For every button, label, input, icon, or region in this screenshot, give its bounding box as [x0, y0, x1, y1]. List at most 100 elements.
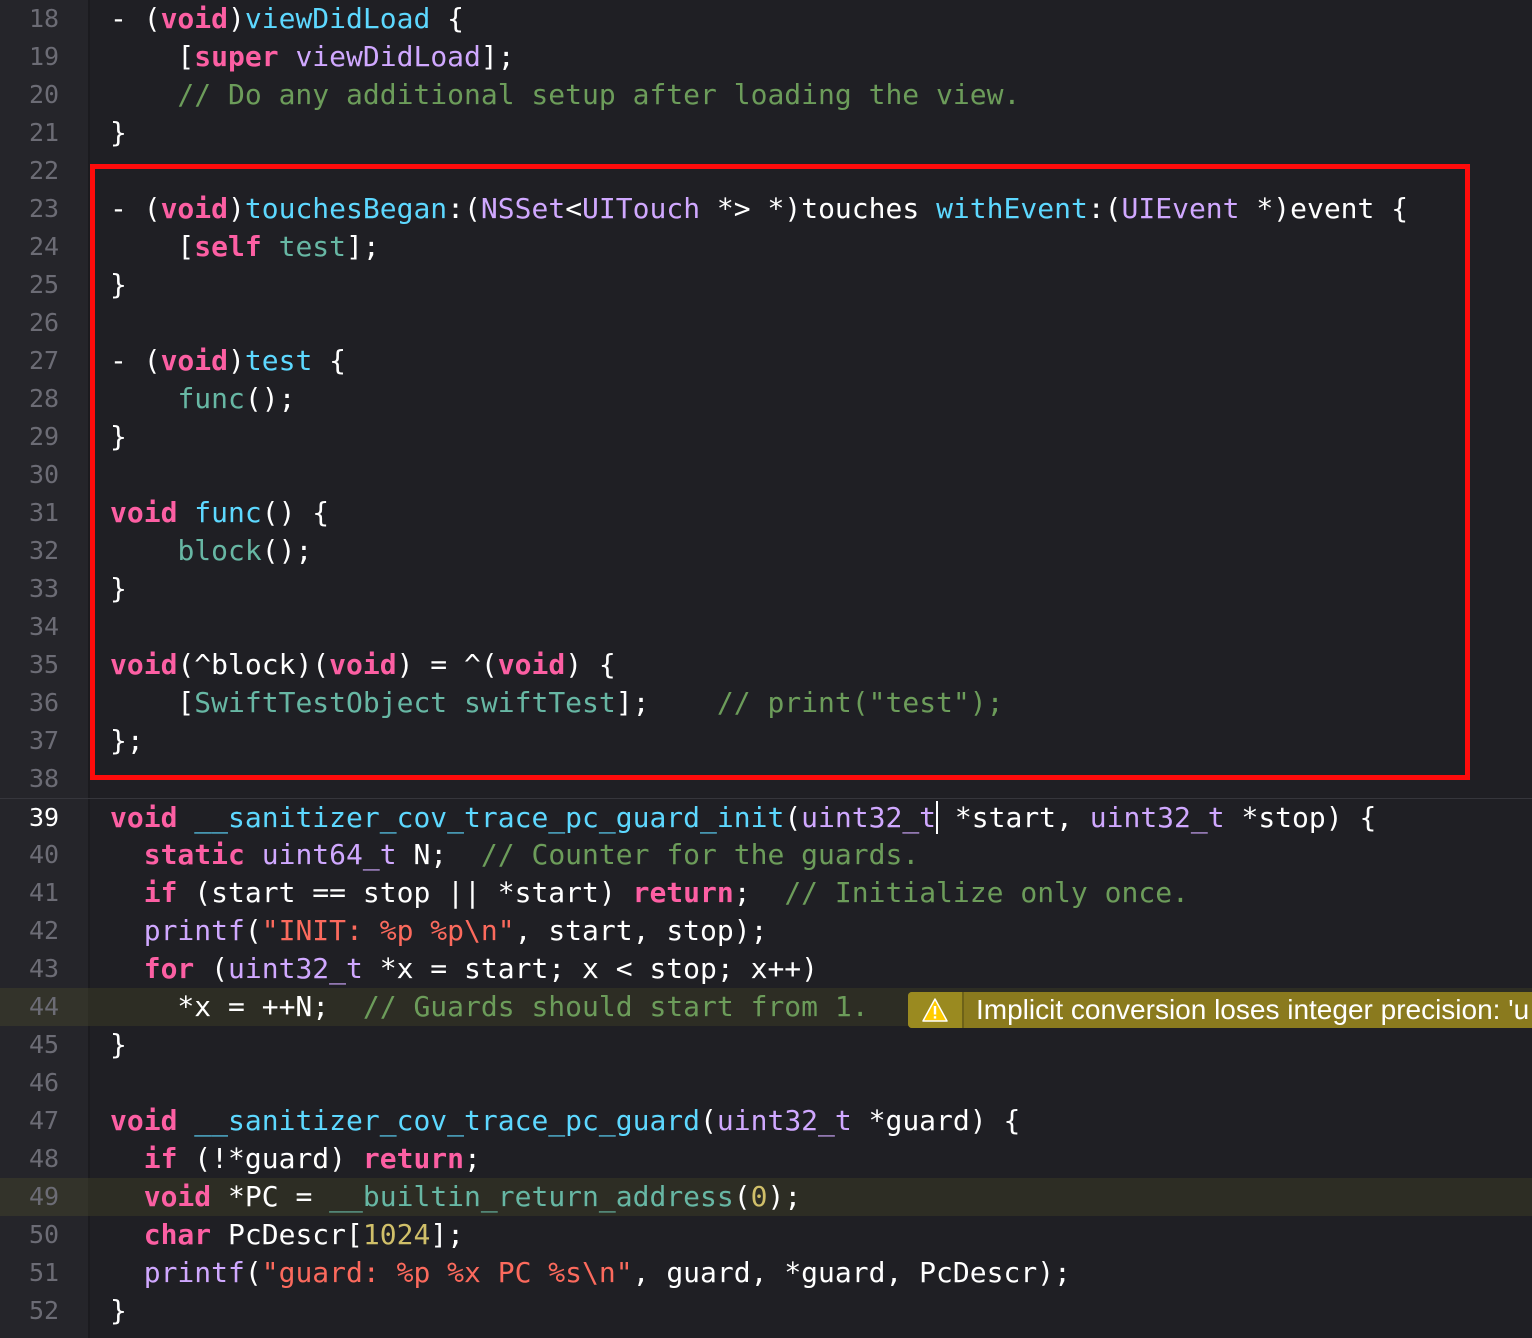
code-line[interactable]: 37}; [0, 722, 1532, 760]
code-line[interactable]: 47 void __sanitizer_cov_trace_pc_guard(ui… [0, 1102, 1532, 1140]
code-text[interactable]: void(^block)(void) = ^(void) { [110, 646, 616, 684]
code-line[interactable]: 35 void(^block)(void) = ^(void) { [0, 646, 1532, 684]
line-number[interactable]: 32 [0, 532, 88, 570]
line-number[interactable]: 31 [0, 494, 88, 532]
line-number[interactable]: 43 [0, 950, 88, 988]
code-text[interactable]: void func() { [110, 494, 329, 532]
line-number[interactable]: 39 [0, 799, 88, 837]
code-text[interactable]: for (uint32_t *x = start; x < stop; x++) [110, 950, 818, 988]
code-text[interactable]: // Do any additional setup after loading… [110, 76, 1020, 114]
line-number[interactable]: 30 [0, 456, 88, 494]
code-text[interactable]: if (start == stop || *start) return; // … [110, 874, 1189, 912]
code-text[interactable]: void __sanitizer_cov_trace_pc_guard_init… [110, 799, 1376, 837]
code-text[interactable]: printf("INIT: %p %p\n", start, stop); [110, 912, 768, 950]
code-text[interactable]: *x = ++N; // Guards should start from 1. [110, 988, 868, 1026]
code-text[interactable]: [self test]; [110, 228, 379, 266]
line-number[interactable]: 52 [0, 1292, 88, 1330]
line-number[interactable]: 50 [0, 1216, 88, 1254]
line-number[interactable]: 51 [0, 1254, 88, 1292]
code-line[interactable]: 24 [self test]; [0, 228, 1532, 266]
code-line[interactable]: 23 - (void)touchesBegan:(NSSet<UITouch *>… [0, 190, 1532, 228]
code-text[interactable]: printf("guard: %p %x PC %s\n", guard, *g… [110, 1254, 1071, 1292]
line-number[interactable]: 25 [0, 266, 88, 304]
code-line[interactable]: 29} [0, 418, 1532, 456]
code-line[interactable]: 27 - (void)test { [0, 342, 1532, 380]
line-number[interactable]: 26 [0, 304, 88, 342]
line-number[interactable]: 33 [0, 570, 88, 608]
warning-annotation[interactable]: Implicit conversion loses integer precis… [908, 992, 1532, 1028]
code-line[interactable]: 22 [0, 152, 1532, 190]
code-line[interactable]: 51 printf("guard: %p %x PC %s\n", guard,… [0, 1254, 1532, 1292]
code-text[interactable]: } [110, 1292, 127, 1330]
code-text[interactable]: }; [110, 722, 144, 760]
line-number[interactable]: 19 [0, 38, 88, 76]
line-number[interactable]: 22 [0, 152, 88, 190]
code-text[interactable]: char PcDescr[1024]; [110, 1216, 464, 1254]
line-number[interactable]: 29 [0, 418, 88, 456]
line-number[interactable]: 48 [0, 1140, 88, 1178]
code-line[interactable]: 31 void func() { [0, 494, 1532, 532]
line-number[interactable]: 18 [0, 0, 88, 38]
line-number[interactable]: 46 [0, 1064, 88, 1102]
line-number[interactable]: 38 [0, 760, 88, 798]
code-text[interactable]: - (void)test { [110, 342, 346, 380]
line-number[interactable]: 36 [0, 684, 88, 722]
code-text[interactable]: } [110, 418, 127, 456]
code-line[interactable]: 45} [0, 1026, 1532, 1064]
code-text[interactable]: static uint64_t N; // Counter for the gu… [110, 836, 919, 874]
line-number[interactable]: 34 [0, 608, 88, 646]
line-number[interactable]: 35 [0, 646, 88, 684]
code-line[interactable]: 40 static uint64_t N; // Counter for the… [0, 836, 1532, 874]
line-number[interactable]: 49 [0, 1178, 88, 1216]
code-line[interactable]: 20 // Do any additional setup after load… [0, 76, 1532, 114]
code-line[interactable]: 39 void __sanitizer_cov_trace_pc_guard_in… [0, 798, 1532, 836]
line-number[interactable]: 27 [0, 342, 88, 380]
code-line[interactable]: 21} [0, 114, 1532, 152]
line-number[interactable]: 28 [0, 380, 88, 418]
line-number[interactable]: 41 [0, 874, 88, 912]
code-line[interactable]: 50 char PcDescr[1024]; [0, 1216, 1532, 1254]
warning-triangle-icon[interactable] [908, 992, 962, 1028]
line-number[interactable]: 42 [0, 912, 88, 950]
code-line[interactable]: 43 for (uint32_t *x = start; x < stop; x… [0, 950, 1532, 988]
code-line[interactable]: 30 [0, 456, 1532, 494]
code-editor[interactable]: 18- (void)viewDidLoad {19 [super viewDid… [0, 0, 1532, 1338]
code-text[interactable]: } [110, 266, 127, 304]
code-line[interactable]: 52} [0, 1292, 1532, 1330]
line-number[interactable]: 45 [0, 1026, 88, 1064]
code-line[interactable]: 28 func(); [0, 380, 1532, 418]
code-text[interactable]: - (void)touchesBegan:(NSSet<UITouch *> *… [110, 190, 1408, 228]
code-line[interactable]: 36 [SwiftTestObject swiftTest]; // print… [0, 684, 1532, 722]
code-line[interactable]: 34 [0, 608, 1532, 646]
line-number[interactable]: 47 [0, 1102, 88, 1140]
code-text[interactable]: [SwiftTestObject swiftTest]; // print("t… [110, 684, 1003, 722]
code-text[interactable]: } [110, 114, 127, 152]
code-line[interactable]: 46 [0, 1064, 1532, 1102]
code-line[interactable]: 18 - (void)viewDidLoad { [0, 0, 1532, 38]
code-text[interactable]: - (void)viewDidLoad { [110, 0, 464, 38]
line-number[interactable]: 20 [0, 76, 88, 114]
line-number[interactable]: 21 [0, 114, 88, 152]
code-text[interactable]: block(); [110, 532, 312, 570]
code-text[interactable]: func(); [110, 380, 295, 418]
code-line[interactable]: 19 [super viewDidLoad]; [0, 38, 1532, 76]
line-number[interactable]: 40 [0, 836, 88, 874]
line-number[interactable]: 44 [0, 988, 88, 1026]
line-number[interactable]: 37 [0, 722, 88, 760]
code-line[interactable]: 49 void *PC = __builtin_return_address(0… [0, 1178, 1532, 1216]
code-line[interactable]: 33} [0, 570, 1532, 608]
code-text[interactable]: void __sanitizer_cov_trace_pc_guard(uint… [110, 1102, 1020, 1140]
code-line[interactable]: 48 if (!*guard) return; [0, 1140, 1532, 1178]
line-number[interactable]: 24 [0, 228, 88, 266]
code-line[interactable]: 25} [0, 266, 1532, 304]
code-line[interactable]: 32 block(); [0, 532, 1532, 570]
code-text[interactable]: } [110, 1026, 127, 1064]
code-text[interactable]: [super viewDidLoad]; [110, 38, 514, 76]
code-line[interactable]: 38 [0, 760, 1532, 798]
code-line[interactable]: 42 printf("INIT: %p %p\n", start, stop); [0, 912, 1532, 950]
code-line[interactable]: 41 if (start == stop || *start) return; … [0, 874, 1532, 912]
code-text[interactable]: void *PC = __builtin_return_address(0); [110, 1178, 801, 1216]
code-text[interactable]: if (!*guard) return; [110, 1140, 481, 1178]
line-number[interactable]: 23 [0, 190, 88, 228]
code-line[interactable]: 26 [0, 304, 1532, 342]
